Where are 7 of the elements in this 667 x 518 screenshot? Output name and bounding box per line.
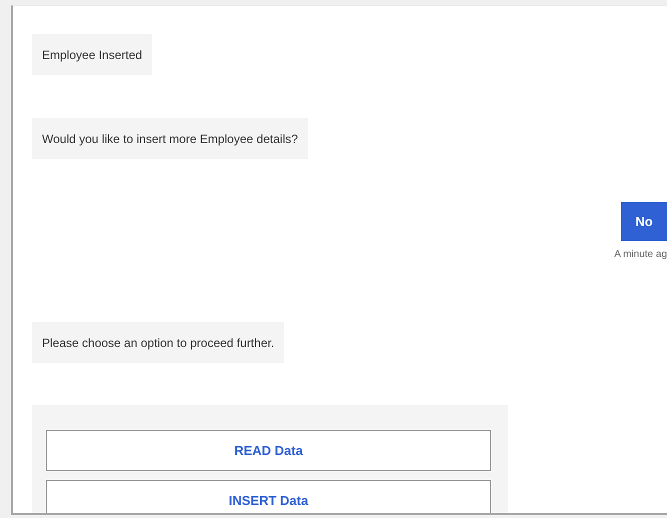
- bot-message: Would you like to insert more Employee details?: [32, 118, 308, 159]
- bot-message: Employee Inserted: [32, 34, 152, 75]
- option-button[interactable]: INSERT Data: [46, 480, 491, 513]
- bot-message: Please choose an option to proceed further.: [32, 322, 284, 363]
- user-message: No: [621, 202, 667, 241]
- option-button[interactable]: READ Data: [46, 430, 491, 471]
- message-time: A minute ag: [614, 248, 667, 262]
